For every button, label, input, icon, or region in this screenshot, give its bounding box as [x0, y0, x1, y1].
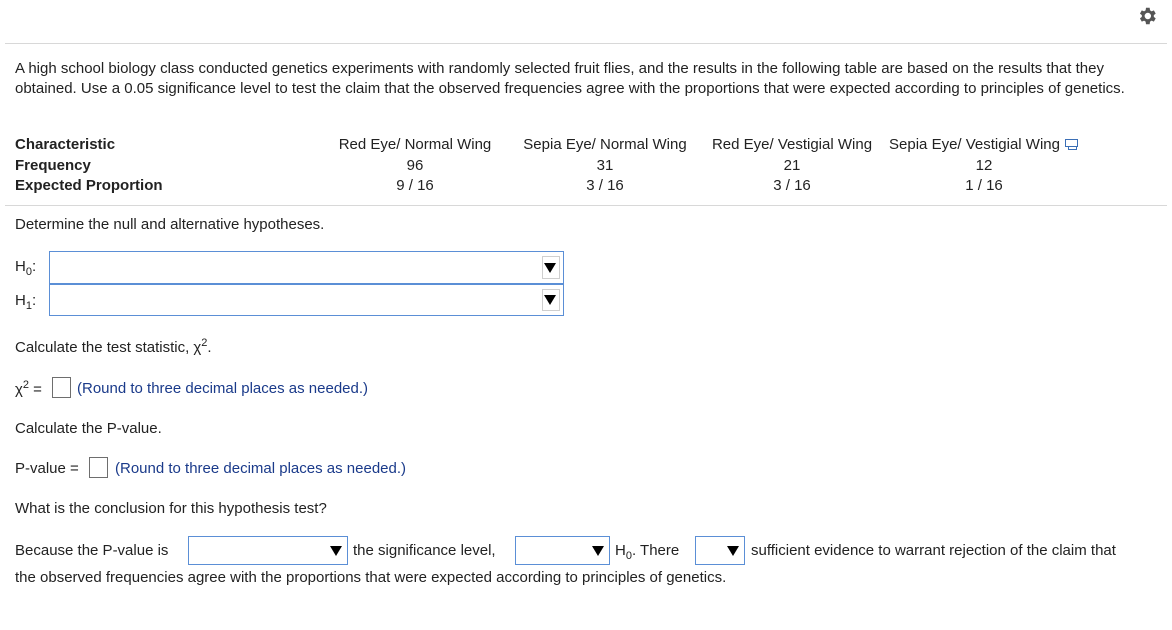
column-header: Red Eye/ Vestigial Wing	[711, 136, 873, 154]
top-divider	[5, 43, 1167, 44]
table-cell: 12	[975, 156, 993, 174]
chi-square-label: χ2 =	[15, 379, 42, 398]
h1-label: H1:	[15, 292, 37, 312]
pvalue-label: P-value =	[15, 460, 79, 477]
hypotheses-instruction: Determine the null and alternative hypot…	[15, 216, 325, 233]
copy-table-icon[interactable]	[1064, 139, 1079, 151]
conclusion-text-2: the significance level,	[353, 542, 496, 559]
gear-icon[interactable]	[1136, 5, 1158, 27]
statistic-hint: (Round to three decimal places as needed…	[77, 380, 369, 397]
table-cell: 21	[783, 156, 801, 174]
table-cell: 96	[406, 156, 424, 174]
conclusion-text-4: sufficient evidence to warrant rejection…	[751, 542, 1116, 559]
statistic-instruction: Calculate the test statistic, χ2.	[15, 337, 212, 356]
table-row: Frequency 96 31 21 12	[15, 156, 1084, 177]
decision-select[interactable]	[515, 536, 610, 565]
conclusion-text-5: the observed frequencies agree with the …	[15, 569, 727, 586]
column-header: Sepia Eye/ Normal Wing	[523, 136, 687, 154]
table-row: Characteristic Red Eye/ Normal Wing Sepi…	[15, 135, 1084, 156]
chi-square-input[interactable]	[52, 377, 71, 398]
pvalue-instruction: Calculate the P-value.	[15, 420, 162, 437]
column-header-text: Sepia Eye/ Vestigial Wing	[889, 136, 1060, 154]
chevron-down-icon	[542, 256, 560, 279]
pvalue-hint: (Round to three decimal places as needed…	[115, 460, 407, 477]
pvalue-comparison-select[interactable]	[188, 536, 348, 565]
pvalue-input[interactable]	[89, 457, 108, 478]
table-cell: 9 / 16	[396, 177, 434, 195]
chevron-down-icon	[592, 545, 604, 556]
question-prompt: A high school biology class conducted ge…	[15, 60, 1125, 97]
chevron-down-icon	[727, 545, 739, 556]
column-header: Red Eye/ Normal Wing	[338, 136, 492, 154]
chevron-down-icon	[330, 545, 342, 556]
conclusion-question: What is the conclusion for this hypothes…	[15, 500, 327, 517]
h1-select[interactable]	[49, 284, 564, 316]
table-cell: 3 / 16	[586, 177, 624, 195]
table-row: Expected Proportion 9 / 16 3 / 16 3 / 16…	[15, 176, 1084, 197]
table-divider	[5, 205, 1167, 206]
h0-select[interactable]	[49, 251, 564, 284]
row-label: Expected Proportion	[15, 177, 163, 195]
row-label: Frequency	[15, 156, 91, 174]
conclusion-text-1: Because the P-value is	[15, 542, 169, 559]
h0-label: H0:	[15, 258, 37, 278]
conclusion-text-3: H0. There	[615, 542, 680, 562]
table-header-label: Characteristic	[15, 136, 116, 154]
chevron-down-icon	[542, 289, 560, 311]
table-cell: 3 / 16	[773, 177, 811, 195]
column-header: Sepia Eye/ Vestigial Wing	[884, 135, 1084, 156]
data-table: Characteristic Red Eye/ Normal Wing Sepi…	[15, 135, 1084, 197]
evidence-select[interactable]	[695, 536, 745, 565]
table-cell: 31	[596, 156, 614, 174]
table-cell: 1 / 16	[965, 177, 1003, 195]
